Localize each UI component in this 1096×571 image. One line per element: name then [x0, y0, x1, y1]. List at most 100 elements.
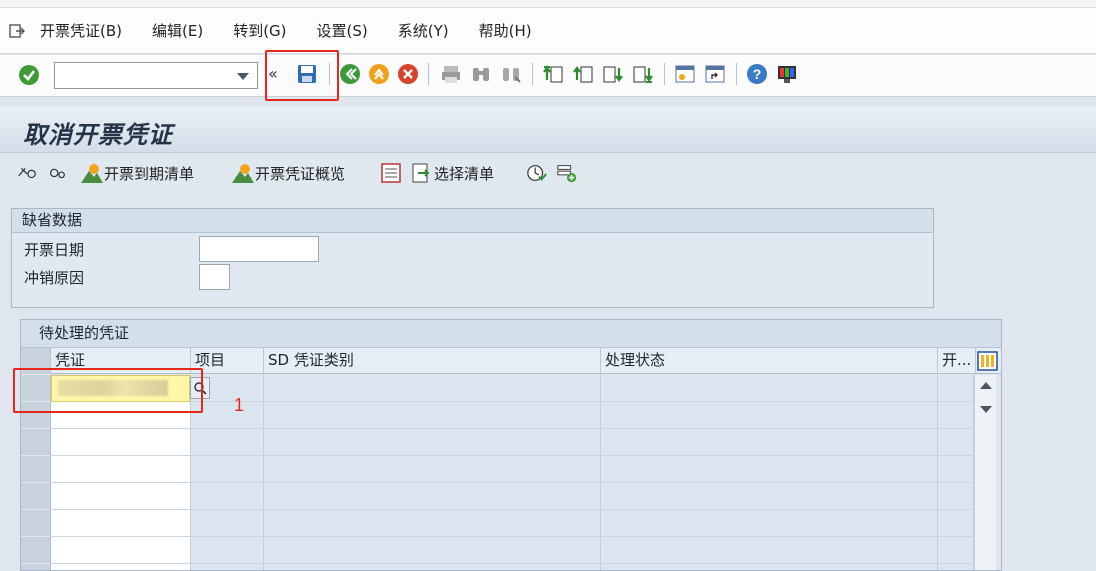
table-cell [938, 564, 974, 570]
table-cell [601, 537, 938, 564]
command-field[interactable] [54, 62, 258, 89]
billing-overview-button[interactable]: 开票凭证概览 [231, 162, 345, 184]
table-cell[interactable] [51, 456, 191, 483]
table-cell [191, 510, 264, 537]
table-cell [938, 510, 974, 537]
vertical-scrollbar[interactable] [974, 375, 996, 570]
table-cell [191, 429, 264, 456]
annotation-number-1: 1 [234, 395, 245, 415]
table-cell [191, 564, 264, 570]
column-header-billing[interactable]: 开... [938, 348, 976, 374]
application-toolbar: 开票到期清单 开票凭证概览 选择清单 [0, 154, 1096, 192]
table-cell[interactable] [51, 429, 191, 456]
scroll-up-icon[interactable] [980, 382, 992, 389]
dropdown-arrow-icon[interactable] [237, 73, 249, 80]
column-config-icon[interactable] [977, 351, 998, 375]
next-page-icon[interactable] [602, 63, 624, 85]
page-title: 取消开票凭证 [23, 120, 173, 149]
table-cell[interactable] [51, 537, 191, 564]
table-cell [264, 483, 601, 510]
document-arrow-icon [412, 163, 430, 183]
title-bar: 取消开票凭证 [0, 107, 1096, 153]
table-cell [264, 537, 601, 564]
selection-list-button[interactable]: 选择清单 [410, 162, 494, 184]
table-cell [601, 429, 938, 456]
table-cell [601, 564, 938, 570]
table-cell [938, 537, 974, 564]
menu-billing-document[interactable]: 开票凭证(B) [40, 20, 122, 41]
find-next-icon[interactable] [500, 63, 522, 85]
menu-edit[interactable]: 编辑(E) [152, 20, 203, 41]
enter-icon[interactable] [18, 64, 40, 86]
print-icon[interactable] [440, 63, 462, 85]
column-header-sd-category[interactable]: SD 凭证类别 [264, 348, 601, 374]
table-cell [264, 456, 601, 483]
menu-goto[interactable]: 转到(G) [233, 20, 286, 41]
row-selector[interactable] [21, 537, 51, 564]
exit-icon[interactable] [368, 63, 390, 85]
table-cell [601, 402, 938, 429]
previous-page-icon[interactable] [572, 63, 594, 85]
menu-help[interactable]: 帮助(H) [479, 20, 532, 41]
back-icon[interactable] [339, 63, 361, 85]
row-selector[interactable] [21, 564, 51, 570]
menu-system[interactable]: 系统(Y) [398, 20, 449, 41]
menu-settings[interactable]: 设置(S) [317, 20, 368, 41]
table-cell [264, 429, 601, 456]
mountain-icon [232, 164, 254, 183]
documents-table: 待处理的凭证 凭证 项目 SD 凭证类别 处理状态 开... [20, 319, 1002, 571]
table-cell [191, 537, 264, 564]
documents-table-title: 待处理的凭证 [21, 320, 1001, 348]
clock-check-icon[interactable] [526, 162, 548, 184]
table-cell [264, 564, 601, 570]
execute-icon[interactable] [16, 162, 38, 184]
add-row-icon[interactable] [556, 162, 578, 184]
table-cell[interactable] [51, 483, 191, 510]
customize-layout-icon[interactable] [776, 63, 798, 85]
billing-due-list-label: 开票到期清单 [104, 164, 195, 183]
mountain-icon [81, 164, 103, 183]
settings-icon[interactable] [46, 162, 68, 184]
table-cell [601, 483, 938, 510]
scroll-down-icon[interactable] [980, 406, 992, 413]
selection-list-label: 选择清单 [434, 164, 495, 183]
menu-bar: 开票凭证(B) 编辑(E) 转到(G) 设置(S) 系统(Y) 帮助(H) [0, 8, 1096, 54]
reversal-reason-input[interactable] [199, 264, 230, 290]
default-data-title: 缺省数据 [12, 209, 933, 233]
table-cell [601, 375, 938, 402]
billing-due-list-button[interactable]: 开票到期清单 [80, 162, 194, 184]
table-cell [264, 402, 601, 429]
table-cell[interactable] [51, 564, 191, 570]
row-selector[interactable] [21, 456, 51, 483]
annotation-box-save [265, 50, 339, 101]
row-selector[interactable] [21, 483, 51, 510]
last-page-icon[interactable] [632, 63, 654, 85]
new-session-icon[interactable] [674, 63, 696, 85]
cancel-icon[interactable] [397, 63, 419, 85]
annotation-box-document [13, 368, 203, 413]
table-cell [938, 402, 974, 429]
list-icon[interactable] [380, 162, 402, 184]
shortcut-icon[interactable] [704, 63, 726, 85]
row-selector[interactable] [21, 510, 51, 537]
billing-overview-label: 开票凭证概览 [255, 164, 346, 183]
table-cell [601, 456, 938, 483]
billing-date-input[interactable] [199, 236, 319, 262]
find-icon[interactable] [470, 63, 492, 85]
help-icon[interactable]: ? [746, 63, 768, 85]
table-cell [601, 510, 938, 537]
default-data-group: 缺省数据 开票日期 冲销原因 [11, 208, 934, 308]
table-cell [264, 510, 601, 537]
menu-exit-icon[interactable] [6, 20, 28, 42]
table-cell [938, 483, 974, 510]
first-page-icon[interactable] [542, 63, 564, 85]
svg-text:?: ? [753, 66, 762, 82]
toolbar-separator [664, 63, 665, 85]
table-cell [191, 483, 264, 510]
row-selector[interactable] [21, 429, 51, 456]
column-header-status[interactable]: 处理状态 [601, 348, 938, 374]
table-cell[interactable] [51, 510, 191, 537]
table-cell [938, 429, 974, 456]
table-cell [938, 456, 974, 483]
toolbar-separator [428, 63, 429, 85]
